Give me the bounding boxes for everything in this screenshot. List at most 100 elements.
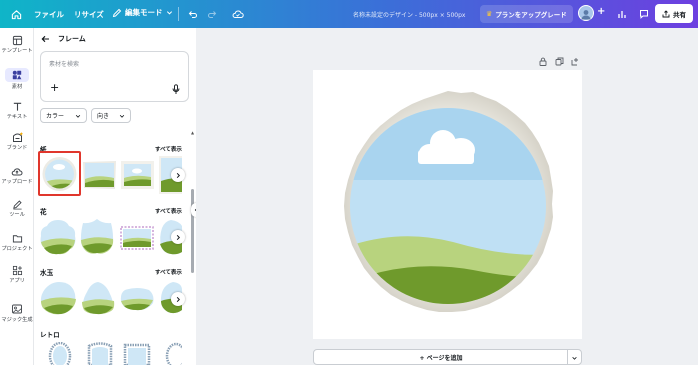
file-menu[interactable]: ファイル xyxy=(34,9,64,20)
frame-thumb-blob-3[interactable] xyxy=(119,286,155,312)
frame-thumb-flower-2[interactable] xyxy=(80,218,114,256)
rail-label: アップロード xyxy=(1,179,33,185)
search-box[interactable]: 素材を検索 + xyxy=(40,51,189,102)
edit-mode-menu[interactable]: 編集モード xyxy=(112,7,173,18)
frame-thumb-paper-rect[interactable] xyxy=(120,160,155,190)
frame-thumb-blob-1[interactable] xyxy=(39,280,77,316)
insights-icon[interactable] xyxy=(611,3,633,25)
rail-label: テキスト xyxy=(6,114,28,120)
frame-thumb-retro-3[interactable] xyxy=(122,342,152,365)
frame-thumb-flower-1[interactable] xyxy=(39,218,77,256)
rail-label: テンプレート xyxy=(1,48,33,54)
panel-title: フレーム xyxy=(58,35,86,43)
search-input[interactable]: 素材を検索 xyxy=(49,59,79,68)
draw-icon xyxy=(12,200,22,210)
rail-label: ブランド xyxy=(6,145,28,151)
back-arrow-icon[interactable] xyxy=(41,35,50,43)
document-title[interactable]: 名称未設定のデザイン - 500px × 500px xyxy=(353,10,465,19)
scroll-up-icon: ▲ xyxy=(191,130,195,135)
see-all-paper[interactable]: すべて表示 xyxy=(155,145,182,153)
side-rail: テンプレート 素材 テキスト ブランド アップロード ツール プロジェクト アプ… xyxy=(0,28,34,365)
divider xyxy=(567,350,568,365)
chevron-right-icon xyxy=(176,234,180,240)
cloud-save-icon[interactable] xyxy=(227,3,249,25)
add-page-bar: + ページを追加 xyxy=(313,349,582,365)
chevron-down-icon xyxy=(75,114,81,118)
frame-thumb-flower-3[interactable] xyxy=(119,225,155,251)
frame-thumb-retro-1[interactable] xyxy=(47,342,73,365)
scrollbar-thumb[interactable] xyxy=(191,189,194,273)
comment-icon[interactable] xyxy=(633,3,655,25)
color-filter-label: カラー xyxy=(46,113,65,120)
rail-label: マジック生成 xyxy=(1,317,33,323)
redo-icon[interactable] xyxy=(201,3,223,25)
frame-thumb-torn-rect[interactable] xyxy=(82,160,117,190)
frames-panel: フレーム 素材を検索 + カラー 向き 紙 すべて表示 花 すべて表示 水玉 す… xyxy=(34,28,196,365)
chevron-right-icon xyxy=(176,296,180,302)
see-all-flower[interactable]: すべて表示 xyxy=(155,207,182,215)
share-label: 共有 xyxy=(673,10,686,19)
rail-item-apps[interactable]: アプリ xyxy=(0,265,34,284)
torn-paper-circle-frame[interactable] xyxy=(313,70,582,339)
add-icon[interactable]: + xyxy=(50,81,59,94)
orientation-filter-label: 向き xyxy=(97,113,110,120)
rail-item-templates[interactable]: テンプレート xyxy=(0,35,34,54)
rail-label: ツール xyxy=(9,212,25,218)
rail-label: 素材 xyxy=(11,84,23,90)
see-all-blob[interactable]: すべて表示 xyxy=(155,268,182,276)
upgrade-button[interactable]: ♛ プランをアップグレード xyxy=(480,5,573,23)
avatar[interactable] xyxy=(578,5,594,21)
top-bar: ファイル リサイズ 編集モード 名称未設定のデザイン - 500px × 500… xyxy=(0,0,698,28)
duplicate-icon[interactable] xyxy=(555,57,564,66)
chevron-down-icon xyxy=(166,11,172,15)
microphone-icon[interactable] xyxy=(172,84,180,95)
upgrade-label: プランをアップグレード xyxy=(495,11,567,19)
share-button[interactable]: 共有 xyxy=(655,4,693,23)
rail-label: アプリ xyxy=(9,278,25,284)
frame-thumb-blob-2[interactable] xyxy=(80,280,116,316)
chevron-down-icon[interactable] xyxy=(571,355,578,361)
rail-item-draw[interactable]: ツール xyxy=(0,199,34,218)
add-collaborator-icon[interactable]: + xyxy=(597,6,605,17)
edit-mode-label: 編集モード xyxy=(125,8,163,17)
canvas-area: + ページを追加 xyxy=(196,28,698,365)
scroll-right-button[interactable] xyxy=(171,292,185,306)
template-icon xyxy=(12,35,22,46)
design-page[interactable] xyxy=(313,70,582,339)
section-title-retro: レトロ xyxy=(40,331,60,339)
rail-item-elements[interactable]: 素材 xyxy=(0,68,34,90)
magic-icon xyxy=(12,304,22,314)
section-title-blob: 水玉 xyxy=(40,269,54,277)
panel-scrollbar[interactable]: ▲ xyxy=(191,131,194,363)
rail-item-projects[interactable]: プロジェクト xyxy=(0,233,34,252)
frame-thumb-retro-partial[interactable] xyxy=(164,342,182,365)
folder-icon xyxy=(12,235,22,243)
frame-thumb-retro-2[interactable] xyxy=(86,342,114,365)
frame-thumb-torn-circle-selected[interactable] xyxy=(38,151,81,196)
rail-item-uploads[interactable]: アップロード xyxy=(0,166,34,185)
chevron-right-icon xyxy=(176,172,180,178)
chevron-down-icon xyxy=(119,114,125,118)
scroll-right-button[interactable] xyxy=(171,168,185,182)
pencil-icon xyxy=(112,8,122,17)
rail-label: プロジェクト xyxy=(1,246,33,252)
section-title-flower: 花 xyxy=(40,208,47,216)
resize-menu[interactable]: リサイズ xyxy=(74,9,104,20)
upload-icon xyxy=(11,168,23,176)
text-icon xyxy=(13,102,21,111)
crown-icon: ♛ xyxy=(486,10,493,18)
elements-icon xyxy=(12,70,22,80)
orientation-filter[interactable]: 向き xyxy=(91,108,131,123)
lock-icon[interactable] xyxy=(539,57,547,66)
brand-icon xyxy=(12,132,23,142)
rail-item-magic[interactable]: マジック生成 xyxy=(0,303,34,323)
home-icon[interactable] xyxy=(5,3,27,25)
apps-icon xyxy=(12,265,22,276)
rail-item-text[interactable]: テキスト xyxy=(0,101,34,120)
add-page-button[interactable]: + ページを追加 xyxy=(314,353,568,362)
share-icon xyxy=(662,9,670,17)
rail-item-brand[interactable]: ブランド xyxy=(0,131,34,151)
color-filter[interactable]: カラー xyxy=(40,108,87,123)
scroll-right-button[interactable] xyxy=(171,230,185,244)
add-page-icon[interactable] xyxy=(571,57,580,66)
